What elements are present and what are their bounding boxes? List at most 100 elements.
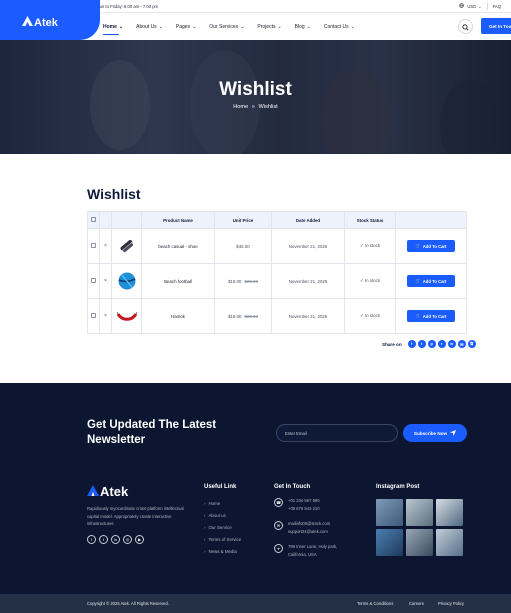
add-to-cart-button[interactable]: 🛒 Add To Cart <box>406 275 456 287</box>
header-cell <box>111 211 142 229</box>
add-to-cart-button[interactable]: 🛒 Add To Cart <box>406 240 456 252</box>
address-line-1: 789 Inner Lane, Holy park, <box>288 544 338 549</box>
product-name[interactable]: beach casual - shoe <box>141 228 215 264</box>
footer-link-service[interactable]: › Our Service <box>204 521 241 533</box>
footer-link-home[interactable]: › Home <box>204 497 241 509</box>
phone-1[interactable]: +01 234 567 890 <box>288 497 320 505</box>
phone-2[interactable]: +09 876 543 210 <box>288 505 320 513</box>
facebook-icon[interactable]: f <box>87 535 96 544</box>
product-image-hammock[interactable] <box>116 306 137 326</box>
select-all-cell <box>87 211 100 229</box>
logo-mark-icon <box>87 484 99 499</box>
whatsapp-icon[interactable]: w <box>447 340 456 348</box>
table-row: × Beach football $18.00 $20.00 November 2… <box>87 263 467 299</box>
remove-cell: × <box>99 228 112 264</box>
contact-address: ⌖ 789 Inner Lane, Holy park, California, … <box>274 543 337 559</box>
cart-icon: 🛒 <box>415 313 421 318</box>
footer-logo[interactable]: Atek <box>87 484 128 499</box>
faq-link[interactable]: FAQ <box>493 4 501 9</box>
remove-icon[interactable]: × <box>104 313 107 319</box>
thumb-cell <box>111 228 142 264</box>
instagram-photo[interactable] <box>436 499 463 526</box>
search-button[interactable] <box>458 19 473 34</box>
nav-item-blog[interactable]: Blog ⌄ <box>295 24 311 30</box>
twitter-icon[interactable]: t <box>99 535 108 544</box>
currency-select[interactable]: USD <box>467 4 476 9</box>
instagram-photo[interactable] <box>436 529 463 556</box>
product-image-football[interactable] <box>117 271 137 291</box>
breadcrumb-current: Wishlist <box>258 104 278 110</box>
globe-icon <box>459 3 465 9</box>
email-icon[interactable]: ✉ <box>457 340 466 348</box>
youtube-icon[interactable]: ▶ <box>135 535 144 544</box>
unit-price: $45.00 <box>214 228 272 264</box>
twitter-icon[interactable]: t <box>417 340 426 348</box>
breadcrumb-home[interactable]: Home <box>233 104 248 110</box>
date-added: November 21, 2025 <box>271 298 345 334</box>
nav-item-services[interactable]: Our Services ⌄ <box>209 24 244 30</box>
wishlist-table: Product Name Unit Price Date Added Stock… <box>87 211 467 334</box>
mail-icon: ✉ <box>274 521 283 530</box>
pinterest-icon[interactable]: p <box>427 340 436 348</box>
copy-icon[interactable]: ⧉ <box>467 340 476 348</box>
chevron-right-icon: › <box>204 512 206 518</box>
date-added: November 21, 2025 <box>271 263 345 299</box>
table-header-row: Product Name Unit Price Date Added Stock… <box>87 211 467 229</box>
nav-item-about[interactable]: About Us ⌄ <box>136 24 163 30</box>
hours-text: Sun to Friday: 8.00 am - 7.00 pm <box>96 3 159 9</box>
instagram-photo[interactable] <box>406 529 433 556</box>
header-date-added: Date Added <box>271 211 345 229</box>
footer-link-about[interactable]: › About us <box>204 509 241 521</box>
product-name[interactable]: Hamok <box>141 298 215 334</box>
email-2[interactable]: support24@atek.com <box>288 528 330 536</box>
table-row: × Hamok $18.00 $20.00 November 21, 2025 ✓… <box>87 298 467 334</box>
reddit-icon[interactable]: r <box>437 340 446 348</box>
breadcrumb: Home » Wishlist <box>0 104 511 110</box>
nav-item-home[interactable]: Home ⌄ <box>103 23 124 35</box>
email-1[interactable]: mailinfo00@stock.com <box>288 520 330 528</box>
careers-link[interactable]: Careers <box>409 601 424 606</box>
chevron-down-icon: ⌄ <box>118 23 124 30</box>
thumb-cell <box>111 298 142 334</box>
terms-link[interactable]: Terms & Conditions <box>357 601 393 606</box>
product-image-shoe[interactable] <box>117 236 137 256</box>
get-in-touch-button[interactable]: Get In Touch <box>481 18 511 34</box>
stock-status: ✓ In stock <box>344 263 396 299</box>
select-all-checkbox[interactable] <box>91 217 96 222</box>
unit-price: $18.00 $20.00 <box>214 298 272 334</box>
location-icon: ⌖ <box>274 544 283 553</box>
chevron-right-icon: › <box>204 524 206 530</box>
newsletter-email-input[interactable]: Enter Email <box>276 424 398 442</box>
nav-item-contact[interactable]: Contact Us ⌄ <box>324 24 355 30</box>
instagram-grid <box>376 499 463 556</box>
nav-item-projects[interactable]: Projects ⌄ <box>257 24 281 30</box>
remove-icon[interactable]: × <box>104 243 107 249</box>
row-checkbox[interactable] <box>91 243 96 248</box>
product-name[interactable]: Beach football <box>141 263 215 299</box>
unit-price: $18.00 $20.00 <box>214 263 272 299</box>
instagram-photo[interactable] <box>376 529 403 556</box>
logo-tab: Atek <box>0 0 100 40</box>
instagram-photo[interactable] <box>406 499 433 526</box>
add-to-cart-button[interactable]: 🛒 Add To Cart <box>406 310 456 322</box>
facebook-icon[interactable]: f <box>407 340 416 348</box>
copyright-text: Copyright © 2025 Atek. All Rights Reserv… <box>87 601 169 606</box>
select-cell <box>87 298 100 334</box>
chevron-down-icon: ⌄ <box>277 23 282 30</box>
chevron-right-icon: › <box>204 549 206 555</box>
remove-cell: × <box>99 263 112 299</box>
row-checkbox[interactable] <box>91 278 96 283</box>
remove-icon[interactable]: × <box>104 278 107 284</box>
row-checkbox[interactable] <box>91 313 96 318</box>
instagram-icon[interactable]: ◎ <box>123 535 132 544</box>
newsletter-title: Get Updated The Latest Newsletter <box>87 419 217 446</box>
linkedin-icon[interactable]: in <box>111 535 120 544</box>
nav-item-pages[interactable]: Pages ⌄ <box>176 24 196 30</box>
privacy-link[interactable]: Privacy Policy <box>438 601 464 606</box>
site-logo[interactable]: Atek <box>22 16 58 29</box>
instagram-photo[interactable] <box>376 499 403 526</box>
subscribe-button[interactable]: Subscribe Now <box>403 424 467 442</box>
page-title: Wishlist <box>219 79 292 100</box>
footer-link-terms[interactable]: › Terms of Service <box>204 534 241 546</box>
footer-link-news[interactable]: › News & Media <box>204 546 241 558</box>
